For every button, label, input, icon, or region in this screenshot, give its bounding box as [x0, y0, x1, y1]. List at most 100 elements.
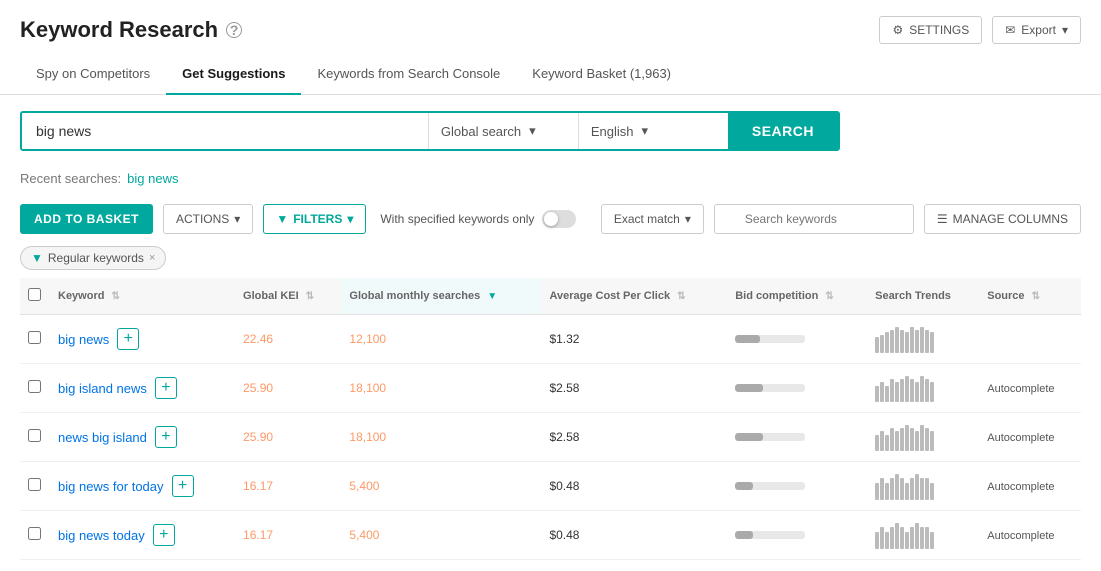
- trend-bar: [920, 376, 924, 402]
- actions-label: ACTIONS: [176, 212, 229, 226]
- trend-bar: [920, 425, 924, 451]
- toggle-knob: [544, 212, 558, 226]
- toolbar: ADD TO BASKET ACTIONS ▾ ▼ FILTERS ▾ With…: [0, 196, 1101, 242]
- trend-bar: [910, 478, 914, 500]
- trend-bar: [900, 330, 904, 353]
- cpc-value: $2.58: [549, 430, 579, 444]
- exact-match-button[interactable]: Exact match ▾: [601, 204, 704, 234]
- bid-competition-bar: [735, 335, 805, 343]
- col-cpc-sort-icon: ⇅: [677, 291, 685, 302]
- col-header-cpc[interactable]: Average Cost Per Click ⇅: [541, 278, 727, 315]
- settings-button[interactable]: ⚙ SETTINGS: [879, 16, 982, 44]
- search-button[interactable]: SEARCH: [728, 113, 838, 149]
- trend-bar: [895, 474, 899, 500]
- trend-bar: [880, 382, 884, 402]
- add-keyword-button[interactable]: +: [153, 524, 175, 546]
- col-cpc-label: Average Cost Per Click: [549, 290, 670, 302]
- cpc-value: $2.58: [549, 381, 579, 395]
- kei-value: 16.17: [243, 479, 273, 493]
- table-row: big island news + 25.9018,100$2.58 Autoc…: [20, 364, 1081, 413]
- col-kei-sort-icon: ⇅: [306, 291, 314, 302]
- exact-match-caret-icon: ▾: [685, 212, 691, 226]
- filter-tag-close-icon[interactable]: ×: [149, 252, 155, 264]
- monthly-value: 18,100: [349, 430, 386, 444]
- tab-spy-on-competitors[interactable]: Spy on Competitors: [20, 54, 166, 95]
- recent-search-link[interactable]: big news: [127, 171, 178, 186]
- title-text: Keyword Research: [20, 17, 218, 43]
- keyword-search-input[interactable]: [22, 113, 428, 149]
- trend-bar: [890, 379, 894, 402]
- trend-bar: [890, 527, 894, 549]
- trend-bar: [900, 478, 904, 500]
- trend-bar: [910, 327, 914, 353]
- row-checkbox[interactable]: [28, 429, 41, 442]
- global-search-dropdown[interactable]: Global search ▾: [428, 113, 578, 149]
- export-button[interactable]: ✉ Export ▾: [992, 16, 1081, 44]
- col-header-trends: Search Trends: [867, 278, 979, 315]
- bid-competition-bar: [735, 384, 805, 392]
- col-trends-label: Search Trends: [875, 290, 951, 302]
- tab-get-suggestions[interactable]: Get Suggestions: [166, 54, 301, 95]
- row-checkbox[interactable]: [28, 380, 41, 393]
- col-kei-label: Global KEI: [243, 290, 299, 302]
- source-value: Autocomplete: [987, 432, 1054, 444]
- help-icon[interactable]: ?: [226, 22, 242, 38]
- add-keyword-button[interactable]: +: [172, 475, 194, 497]
- specified-keywords-toggle[interactable]: [542, 210, 576, 228]
- filter-tag-icon: ▼: [31, 251, 43, 265]
- header-actions: ⚙ SETTINGS ✉ Export ▾: [879, 16, 1081, 44]
- keyword-link[interactable]: news big island: [58, 430, 147, 445]
- col-header-monthly[interactable]: Global monthly searches ▼: [341, 278, 541, 315]
- trend-bar: [905, 483, 909, 500]
- trend-bar: [880, 478, 884, 500]
- trend-bar: [915, 431, 919, 451]
- cpc-value: $0.48: [549, 479, 579, 493]
- trend-bar: [875, 435, 879, 451]
- bid-bar-fill: [735, 335, 760, 343]
- row-checkbox[interactable]: [28, 478, 41, 491]
- actions-button[interactable]: ACTIONS ▾: [163, 204, 253, 234]
- select-all-checkbox[interactable]: [28, 288, 41, 301]
- trend-bar: [920, 478, 924, 500]
- filters-button[interactable]: ▼ FILTERS ▾: [263, 204, 366, 234]
- filter-tag-regular-keywords: ▼ Regular keywords ×: [20, 246, 166, 270]
- export-label: Export: [1021, 23, 1056, 37]
- keyword-link[interactable]: big island news: [58, 381, 147, 396]
- col-monthly-sort-icon: ▼: [487, 291, 497, 302]
- select-all-header[interactable]: [20, 278, 50, 315]
- language-label: English: [591, 124, 634, 139]
- col-header-keyword[interactable]: Keyword ⇅: [50, 278, 235, 315]
- trend-bar: [890, 428, 894, 451]
- col-header-bid[interactable]: Bid competition ⇅: [727, 278, 867, 315]
- tab-keyword-basket[interactable]: Keyword Basket (1,963): [516, 54, 687, 95]
- trend-bar: [885, 386, 889, 402]
- search-keywords-input[interactable]: [714, 204, 914, 234]
- row-checkbox[interactable]: [28, 331, 41, 344]
- language-dropdown[interactable]: English ▾: [578, 113, 728, 149]
- trend-bar: [930, 532, 934, 549]
- add-keyword-button[interactable]: +: [155, 377, 177, 399]
- col-header-global-kei[interactable]: Global KEI ⇅: [235, 278, 341, 315]
- add-to-basket-button[interactable]: ADD TO BASKET: [20, 204, 153, 234]
- col-source-sort-icon: ⇅: [1032, 291, 1040, 302]
- keyword-link[interactable]: big news: [58, 332, 109, 347]
- keyword-link[interactable]: big news today: [58, 528, 145, 543]
- search-keywords-wrapper: 🔍: [714, 204, 914, 234]
- trend-bar: [930, 332, 934, 353]
- export-caret-icon: ▾: [1062, 23, 1068, 37]
- bid-bar-fill: [735, 433, 763, 441]
- keywords-table-wrapper: Keyword ⇅ Global KEI ⇅ Global monthly se…: [0, 278, 1101, 560]
- col-header-source[interactable]: Source ⇅: [979, 278, 1081, 315]
- add-keyword-button[interactable]: +: [155, 426, 177, 448]
- keyword-link[interactable]: big news for today: [58, 479, 164, 494]
- bid-competition-bar: [735, 482, 805, 490]
- trend-bar: [905, 532, 909, 549]
- add-keyword-button[interactable]: +: [117, 328, 139, 350]
- row-checkbox[interactable]: [28, 527, 41, 540]
- trend-bar: [895, 382, 899, 402]
- search-row: Global search ▾ English ▾ SEARCH: [20, 111, 840, 151]
- manage-columns-button[interactable]: ☰ MANAGE COLUMNS: [924, 204, 1081, 234]
- actions-caret-icon: ▾: [234, 212, 240, 226]
- filter-tags-bar: ▼ Regular keywords ×: [0, 242, 1101, 278]
- tab-keywords-search-console[interactable]: Keywords from Search Console: [301, 54, 516, 95]
